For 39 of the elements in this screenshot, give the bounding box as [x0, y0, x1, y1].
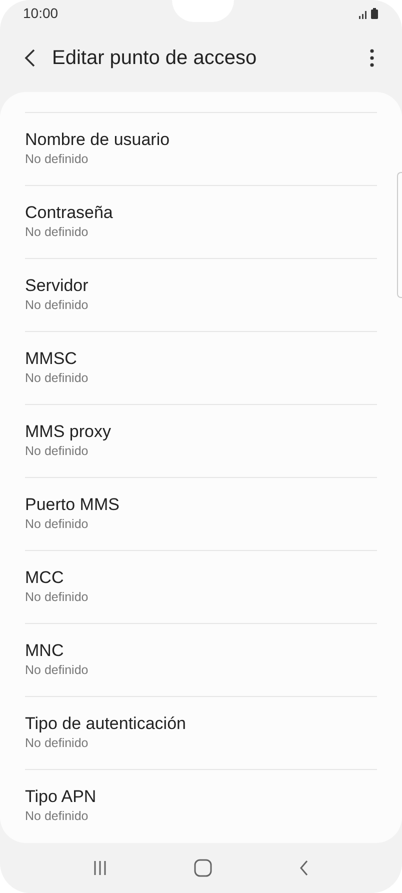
setting-value: No definido — [25, 443, 90, 460]
setting-item[interactable]: MCC No definido — [25, 550, 377, 623]
back-icon[interactable] — [24, 48, 36, 68]
setting-value: No definido — [25, 516, 90, 533]
setting-label: MCC — [25, 567, 65, 589]
setting-label: Nombre de usuario — [25, 129, 171, 151]
setting-item[interactable]: MMS proxy No definido — [25, 404, 377, 477]
home-icon[interactable] — [194, 859, 212, 877]
setting-item[interactable]: MNC No definido — [25, 623, 377, 696]
setting-value: No definido — [25, 370, 90, 387]
setting-label: Tipo de autenticación — [25, 713, 187, 735]
signal-icon — [359, 10, 368, 18]
setting-label: Contraseña — [25, 202, 114, 224]
setting-value: No definido — [25, 808, 90, 825]
setting-item[interactable]: Servidor No definido — [25, 258, 377, 331]
recent-apps-icon[interactable] — [93, 860, 108, 876]
status-time: 10:00 — [23, 5, 58, 21]
more-icon[interactable] — [370, 49, 374, 67]
page-title: Editar punto de acceso — [52, 46, 258, 70]
setting-value: No definido — [25, 297, 90, 314]
setting-label: MMSC — [25, 348, 78, 370]
setting-value: No definido — [25, 589, 90, 606]
setting-label: Puerto MMS — [25, 494, 120, 516]
back-icon[interactable] — [298, 860, 309, 876]
setting-label: Tipo APN — [25, 786, 98, 808]
setting-value: No definido — [25, 224, 90, 241]
setting-value: No definido — [25, 735, 90, 752]
setting-label: MNC — [25, 640, 65, 662]
setting-item[interactable]: Tipo de autenticación No definido — [25, 696, 377, 769]
setting-item[interactable]: MMSC No definido — [25, 331, 377, 404]
setting-value: No definido — [25, 662, 90, 679]
battery-icon — [371, 8, 378, 18]
setting-label: MMS proxy — [25, 421, 112, 443]
setting-item[interactable]: Nombre de usuario No definido — [25, 112, 377, 185]
setting-value: No definido — [25, 151, 90, 168]
setting-item[interactable]: Tipo APN No definido — [25, 769, 377, 842]
setting-item[interactable]: Puerto MMS No definido — [25, 477, 377, 550]
setting-item[interactable]: Contraseña No definido — [25, 185, 377, 258]
setting-label: Servidor — [25, 275, 90, 297]
